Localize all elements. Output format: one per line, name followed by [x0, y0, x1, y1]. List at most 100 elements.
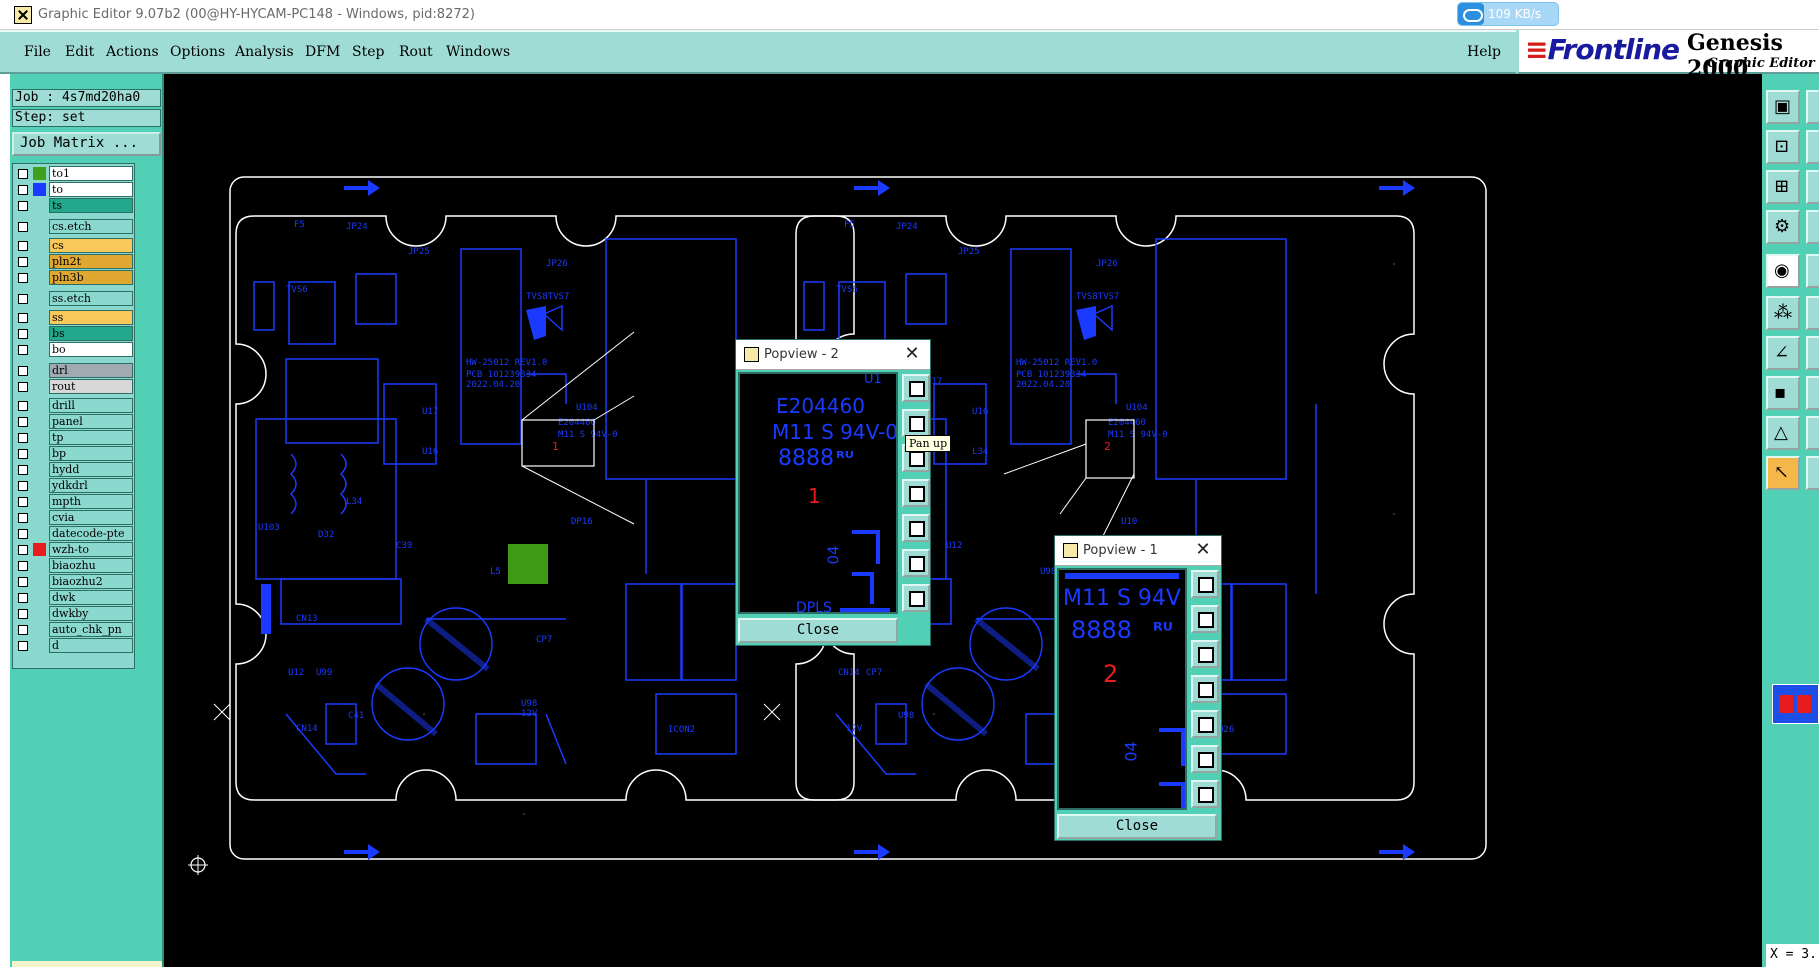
- layer-name[interactable]: tp: [49, 430, 133, 445]
- layer-name[interactable]: mpth: [49, 494, 133, 509]
- layer-name[interactable]: drill: [49, 398, 133, 413]
- layer-checkbox[interactable]: [18, 257, 28, 267]
- layer-checkbox[interactable]: [18, 593, 28, 603]
- layer-checkbox[interactable]: [18, 449, 28, 459]
- layer-checkbox[interactable]: [18, 382, 28, 392]
- zoom-home-tool[interactable]: ⊡: [1766, 130, 1800, 164]
- pointer-tool-secondary[interactable]: [1806, 456, 1819, 490]
- layer-row[interactable]: biaozhu2: [13, 574, 134, 589]
- layer-row[interactable]: d: [13, 638, 134, 653]
- layer-name[interactable]: d: [49, 638, 133, 653]
- job-matrix-button[interactable]: Job Matrix ...: [12, 132, 161, 156]
- layer-name[interactable]: drl: [49, 363, 133, 378]
- layer-name[interactable]: to: [49, 182, 133, 197]
- pad-tool-secondary[interactable]: [1806, 376, 1819, 410]
- layer-checkbox[interactable]: [18, 313, 28, 323]
- layer-name[interactable]: auto_chk_pn: [49, 622, 133, 637]
- layer-checkbox[interactable]: [18, 529, 28, 539]
- layer-row[interactable]: cs.etch: [13, 219, 134, 234]
- popview-2-close-button[interactable]: Close: [738, 618, 898, 643]
- close-icon[interactable]: ✕: [1193, 540, 1213, 560]
- layer-checkbox[interactable]: [18, 241, 28, 251]
- layer-row[interactable]: rout: [13, 379, 134, 394]
- popview-2-zoom-fit-tool[interactable]: [902, 549, 930, 577]
- popview-1-pan-left-tool[interactable]: [1191, 675, 1219, 703]
- layer-checkbox[interactable]: [18, 329, 28, 339]
- measure-tool-secondary[interactable]: [1806, 210, 1819, 244]
- zoom-fit-tool[interactable]: ⊞: [1766, 170, 1800, 204]
- layer-name[interactable]: cvia: [49, 510, 133, 525]
- triangle-tool[interactable]: △: [1766, 416, 1800, 450]
- layer-checkbox[interactable]: [18, 625, 28, 635]
- pad-tool[interactable]: ▪: [1766, 376, 1800, 410]
- zoom-home-tool-secondary[interactable]: [1806, 130, 1819, 164]
- menu-dfm[interactable]: DFM: [305, 44, 340, 60]
- layer-row[interactable]: to1: [13, 166, 134, 181]
- layer-row[interactable]: bo: [13, 342, 134, 357]
- layer-row[interactable]: wzh-to: [13, 542, 134, 557]
- layer-row[interactable]: ss: [13, 310, 134, 325]
- layer-color-swatch[interactable]: [33, 183, 46, 196]
- layer-name[interactable]: biaozhu2: [49, 574, 133, 589]
- menu-options[interactable]: Options: [170, 44, 225, 60]
- layer-name[interactable]: wzh-to: [49, 542, 133, 557]
- menu-rout[interactable]: Rout: [399, 44, 433, 60]
- menu-actions[interactable]: Actions: [106, 44, 159, 60]
- net-tool[interactable]: ⁂: [1766, 296, 1800, 330]
- measure-tool[interactable]: ⚙: [1766, 210, 1800, 244]
- popview-2-pan-right-tool[interactable]: [902, 514, 930, 542]
- popview-1-pan-down-tool[interactable]: [1191, 640, 1219, 668]
- layer-row[interactable]: bp: [13, 446, 134, 461]
- layer-name[interactable]: bp: [49, 446, 133, 461]
- popview-2-view[interactable]: U1 E204460 M11 S 94V-0 8888 ᴿᵁ 1 04 DPLS: [738, 372, 898, 614]
- layer-row[interactable]: hydd: [13, 462, 134, 477]
- layer-row[interactable]: drl: [13, 363, 134, 378]
- layer-name[interactable]: dwkby: [49, 606, 133, 621]
- menu-help[interactable]: Help: [1467, 44, 1501, 60]
- layer-row[interactable]: biaozhu: [13, 558, 134, 573]
- popview-1-zoom-in-tool[interactable]: [1191, 570, 1219, 598]
- layer-name[interactable]: cs.etch: [49, 219, 133, 234]
- layer-row[interactable]: cs: [13, 238, 134, 253]
- layer-checkbox[interactable]: [18, 545, 28, 555]
- layer-name[interactable]: panel: [49, 414, 133, 429]
- layer-checkbox[interactable]: [18, 366, 28, 376]
- popview-1-close-button[interactable]: Close: [1057, 814, 1217, 839]
- layer-name[interactable]: bo: [49, 342, 133, 357]
- layer-name[interactable]: pln2t: [49, 254, 133, 269]
- layer-checkbox[interactable]: [18, 433, 28, 443]
- menu-windows[interactable]: Windows: [446, 44, 510, 60]
- layer-checkbox[interactable]: [18, 169, 28, 179]
- layer-color-swatch[interactable]: [33, 167, 46, 180]
- layer-row[interactable]: mpth: [13, 494, 134, 509]
- pointer-tool[interactable]: ↖: [1766, 456, 1800, 490]
- popview-2-zoom-in-tool[interactable]: [902, 374, 930, 402]
- layer-checkbox[interactable]: [18, 561, 28, 571]
- net-speed-widget[interactable]: 109 KB/s: [1457, 2, 1559, 26]
- menu-edit[interactable]: Edit: [65, 44, 94, 60]
- layer-row[interactable]: bs: [13, 326, 134, 341]
- select-feature-tool-secondary[interactable]: [1806, 254, 1819, 288]
- layer-row[interactable]: drill: [13, 398, 134, 413]
- popview-2-zoom-out-tool[interactable]: [902, 584, 930, 612]
- layer-checkbox[interactable]: [18, 481, 28, 491]
- layer-row[interactable]: pln2t: [13, 254, 134, 269]
- layer-name[interactable]: to1: [49, 166, 133, 181]
- layer-checkbox[interactable]: [18, 201, 28, 211]
- layer-row[interactable]: ydkdrl: [13, 478, 134, 493]
- menu-step[interactable]: Step: [352, 44, 384, 60]
- layer-name[interactable]: hydd: [49, 462, 133, 477]
- popview-1-pan-right-tool[interactable]: [1191, 710, 1219, 738]
- popview-1-zoom-out-tool[interactable]: [1191, 780, 1219, 808]
- layer-name[interactable]: datecode-pte: [49, 526, 133, 541]
- line-tool-secondary[interactable]: [1806, 336, 1819, 370]
- layer-checkbox[interactable]: [18, 294, 28, 304]
- layer-row[interactable]: datecode-pte: [13, 526, 134, 541]
- net-tool-secondary[interactable]: [1806, 296, 1819, 330]
- layer-checkbox[interactable]: [18, 609, 28, 619]
- layer-name[interactable]: rout: [49, 379, 133, 394]
- layer-name[interactable]: cs: [49, 238, 133, 253]
- menu-file[interactable]: File: [24, 44, 51, 60]
- layer-name[interactable]: pln3b: [49, 270, 133, 285]
- layer-name[interactable]: ss: [49, 310, 133, 325]
